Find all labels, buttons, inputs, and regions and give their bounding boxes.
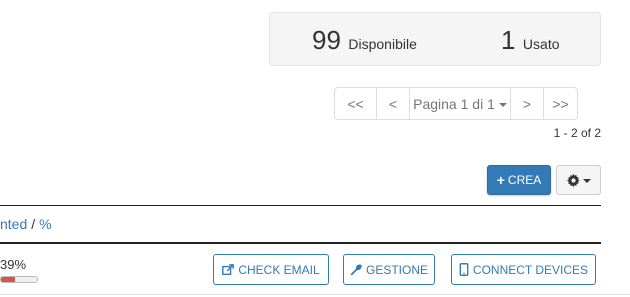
last-page-button[interactable]: >> — [543, 88, 577, 119]
create-button[interactable]: + CREA — [487, 165, 551, 195]
caret-down-icon — [582, 179, 591, 183]
usage-percent: 39% — [0, 257, 27, 272]
next-page-button[interactable]: > — [510, 88, 543, 119]
page-select[interactable]: Pagina 1 di 1 — [409, 88, 510, 119]
check-email-button[interactable]: CHECK EMAIL — [213, 254, 329, 285]
table-top-rule — [0, 205, 601, 206]
table-header-rule — [0, 242, 601, 244]
stats-panel: 99 Disponibile 1 Usato — [269, 12, 601, 66]
table-header: nted /% — [0, 216, 52, 232]
row-divider — [0, 294, 630, 295]
available-label: Disponibile — [348, 36, 417, 52]
create-button-label: CREA — [507, 173, 542, 187]
wrench-icon — [350, 263, 362, 275]
usage-progress-fill — [1, 277, 16, 282]
mobile-icon — [459, 263, 469, 276]
first-page-button[interactable]: << — [335, 88, 376, 119]
used-count: 1 — [501, 25, 516, 55]
manage-label: GESTIONE — [365, 262, 428, 277]
manage-button[interactable]: GESTIONE — [343, 254, 435, 285]
sort-link-percent[interactable]: % — [39, 216, 51, 232]
result-range: 1 - 2 of 2 — [553, 126, 601, 140]
connect-devices-button[interactable]: CONNECT DEVICES — [451, 254, 596, 285]
used-stat: 1 Usato — [501, 25, 560, 56]
settings-dropdown-button[interactable] — [556, 165, 601, 195]
check-email-label: CHECK EMAIL — [238, 262, 320, 277]
external-link-icon — [222, 263, 235, 275]
plus-icon: + — [496, 172, 505, 188]
available-count: 99 — [312, 25, 341, 55]
sort-link-partial[interactable]: nted — [0, 216, 27, 232]
connect-devices-label: CONNECT DEVICES — [472, 262, 589, 277]
used-label: Usato — [522, 36, 560, 52]
usage-progress-bar — [0, 276, 38, 283]
pagination: << < Pagina 1 di 1 > >> — [334, 87, 578, 120]
gear-icon — [566, 173, 580, 187]
caret-down-icon — [498, 102, 507, 107]
page-select-label: Pagina 1 di 1 — [413, 95, 495, 112]
header-separator: / — [31, 216, 36, 232]
prev-page-button[interactable]: < — [376, 88, 409, 119]
available-stat: 99 Disponibile — [312, 25, 417, 56]
